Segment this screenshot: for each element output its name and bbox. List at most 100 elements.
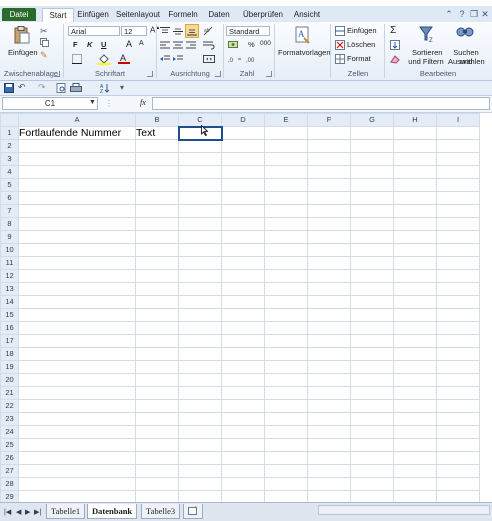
fill-color-icon[interactable] <box>98 53 110 67</box>
cell-d22[interactable] <box>221 399 265 413</box>
fill-icon[interactable] <box>390 40 400 52</box>
find-select-icon[interactable] <box>456 25 474 45</box>
cell-g17[interactable] <box>350 334 394 348</box>
row-header[interactable]: 28 <box>0 477 19 491</box>
cell-i1[interactable] <box>436 126 480 140</box>
cell-f17[interactable] <box>307 334 351 348</box>
cell-c6[interactable] <box>178 191 222 205</box>
format-cells-icon[interactable] <box>335 54 345 66</box>
cell-h16[interactable] <box>393 321 437 335</box>
cell-f18[interactable] <box>307 347 351 361</box>
cell-f4[interactable] <box>307 165 351 179</box>
cell-b21[interactable] <box>135 386 179 400</box>
cell-f7[interactable] <box>307 204 351 218</box>
cell-e17[interactable] <box>264 334 308 348</box>
cell-a12[interactable] <box>18 269 136 283</box>
insert-function-button[interactable]: fx <box>140 98 146 107</box>
cell-i12[interactable] <box>436 269 480 283</box>
column-header-a[interactable]: A <box>18 113 136 127</box>
cell-f9[interactable] <box>307 230 351 244</box>
insert-cells-button[interactable]: Einfügen <box>347 26 377 35</box>
row-header[interactable]: 23 <box>0 412 19 426</box>
cell-c17[interactable] <box>178 334 222 348</box>
align-top-icon[interactable] <box>160 26 170 38</box>
cell-h27[interactable] <box>393 464 437 478</box>
column-header-b[interactable]: B <box>135 113 179 127</box>
cell-i22[interactable] <box>436 399 480 413</box>
prev-sheet-icon[interactable]: ◀ <box>16 508 21 516</box>
tab-daten[interactable]: Daten <box>204 8 234 21</box>
tab-start[interactable]: Start <box>42 8 74 23</box>
cell-i24[interactable] <box>436 425 480 439</box>
cell-d14[interactable] <box>221 295 265 309</box>
cell-g14[interactable] <box>350 295 394 309</box>
cell-h25[interactable] <box>393 438 437 452</box>
worksheet-grid[interactable]: ABCDEFGHI 1 Fortlaufende Nummer Text 2 3 4 5 6 7… <box>0 113 492 502</box>
cell-e15[interactable] <box>264 308 308 322</box>
cell-f22[interactable] <box>307 399 351 413</box>
sort-ascending-icon[interactable]: AZ <box>100 83 110 95</box>
cell-e4[interactable] <box>264 165 308 179</box>
cell-a20[interactable] <box>18 373 136 387</box>
cell-b16[interactable] <box>135 321 179 335</box>
cell-g18[interactable] <box>350 347 394 361</box>
cell-e11[interactable] <box>264 256 308 270</box>
cell-c25[interactable] <box>178 438 222 452</box>
number-format-combo[interactable]: Standard <box>226 26 270 36</box>
cell-g9[interactable] <box>350 230 394 244</box>
cell-a9[interactable] <box>18 230 136 244</box>
last-sheet-icon[interactable]: ▶| <box>34 508 41 516</box>
cell-a6[interactable] <box>18 191 136 205</box>
cell-d11[interactable] <box>221 256 265 270</box>
font-name-combo[interactable]: Arial <box>68 26 120 36</box>
row-header[interactable]: 25 <box>0 438 19 452</box>
cell-g26[interactable] <box>350 451 394 465</box>
column-header-i[interactable]: I <box>436 113 480 127</box>
cell-d29[interactable] <box>221 490 265 502</box>
cell-i11[interactable] <box>436 256 480 270</box>
row-header[interactable]: 24 <box>0 425 19 439</box>
tab-ueberpruefen[interactable]: Überprüfen <box>238 8 288 21</box>
cell-b4[interactable] <box>135 165 179 179</box>
cell-e3[interactable] <box>264 152 308 166</box>
cell-e23[interactable] <box>264 412 308 426</box>
cell-i27[interactable] <box>436 464 480 478</box>
grow-font-size-button[interactable]: A <box>126 39 132 49</box>
cell-g22[interactable] <box>350 399 394 413</box>
find-select-label-2[interactable]: Auswählen <box>448 57 485 66</box>
cell-f10[interactable] <box>307 243 351 257</box>
align-right-icon[interactable] <box>186 40 196 52</box>
horizontal-scrollbar[interactable] <box>318 505 490 515</box>
cell-d26[interactable] <box>221 451 265 465</box>
cell-a3[interactable] <box>18 152 136 166</box>
cell-i10[interactable] <box>436 243 480 257</box>
number-launcher-icon[interactable] <box>266 71 272 77</box>
cell-i26[interactable] <box>436 451 480 465</box>
cell-a10[interactable] <box>18 243 136 257</box>
cell-d5[interactable] <box>221 178 265 192</box>
cell-c11[interactable] <box>178 256 222 270</box>
cell-h26[interactable] <box>393 451 437 465</box>
cell-h23[interactable] <box>393 412 437 426</box>
cell-h6[interactable] <box>393 191 437 205</box>
cell-e12[interactable] <box>264 269 308 283</box>
cell-b6[interactable] <box>135 191 179 205</box>
cell-f5[interactable] <box>307 178 351 192</box>
cell-d19[interactable] <box>221 360 265 374</box>
clipboard-launcher-icon[interactable] <box>54 71 60 77</box>
cell-b5[interactable] <box>135 178 179 192</box>
tab-formeln[interactable]: Formeln <box>166 8 200 21</box>
cell-f26[interactable] <box>307 451 351 465</box>
tab-ansicht[interactable]: Ansicht <box>290 8 324 21</box>
cell-b14[interactable] <box>135 295 179 309</box>
cell-h22[interactable] <box>393 399 437 413</box>
cell-g25[interactable] <box>350 438 394 452</box>
cell-f29[interactable] <box>307 490 351 502</box>
cell-i29[interactable] <box>436 490 480 502</box>
cell-g7[interactable] <box>350 204 394 218</box>
wrap-text-icon[interactable] <box>203 40 215 52</box>
cell-c5[interactable] <box>178 178 222 192</box>
minimize-ribbon-icon[interactable]: ⌃ <box>444 9 454 19</box>
align-middle-icon[interactable] <box>173 26 183 38</box>
increase-indent-icon[interactable] <box>173 54 183 66</box>
